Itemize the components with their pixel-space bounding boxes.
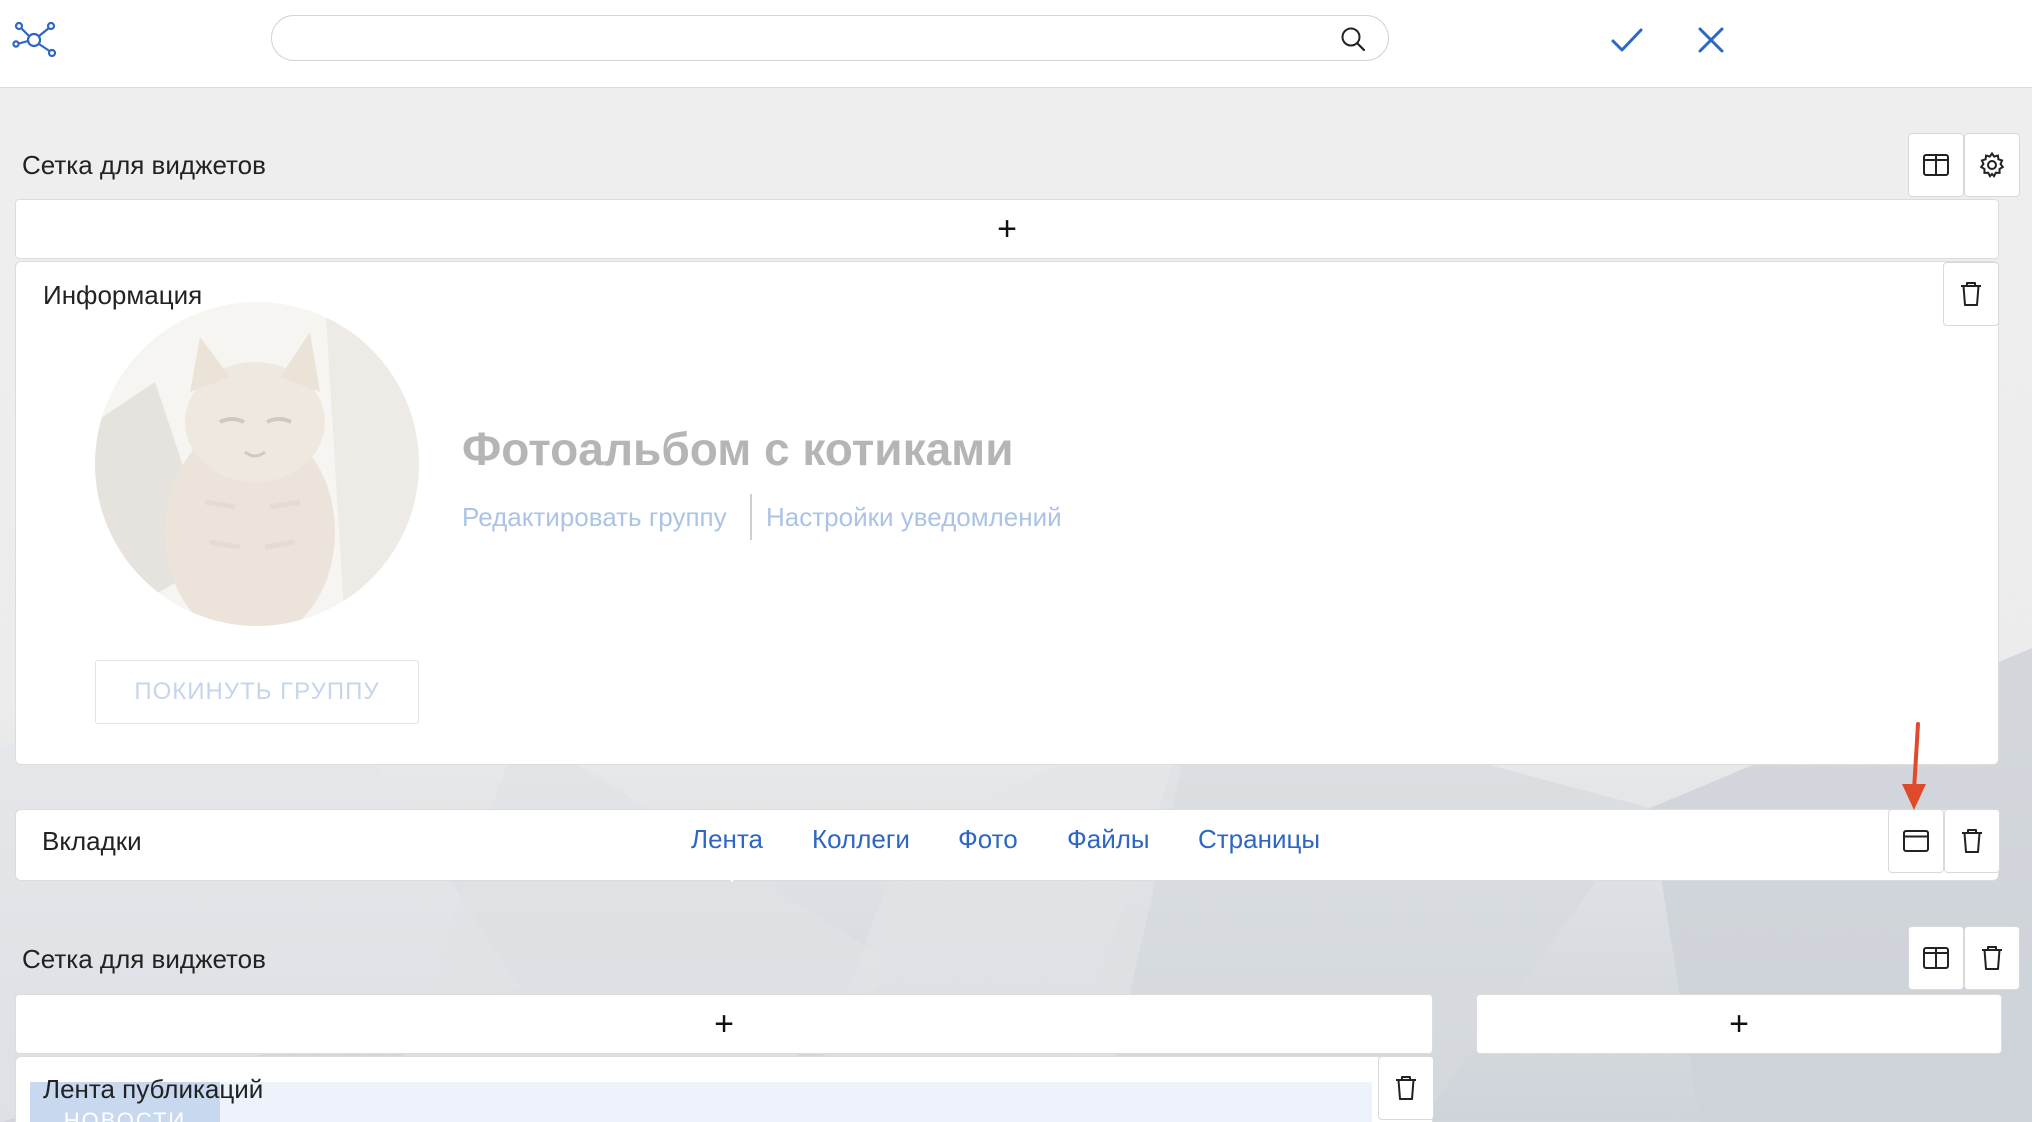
delete-info-widget-button[interactable] xyxy=(1943,262,1999,326)
tabs-widget-title: Вкладки xyxy=(42,826,142,856)
group-name: Фотоальбом с котиками xyxy=(462,423,1014,475)
add-widget-left-button[interactable]: + xyxy=(15,994,1433,1054)
close-icon[interactable] xyxy=(1695,22,1727,58)
grid-title: Сетка для виджетов xyxy=(22,150,266,180)
trash-icon xyxy=(1982,946,2002,970)
trash-icon xyxy=(1961,282,1981,306)
trash-icon xyxy=(1396,1076,1416,1100)
gear-icon xyxy=(1979,151,2005,178)
trash-icon xyxy=(1962,829,1982,853)
columns-button[interactable] xyxy=(1908,133,1964,197)
active-tab-indicator xyxy=(720,870,744,882)
settings-button[interactable] xyxy=(1964,133,2020,197)
tab-pages[interactable]: Страницы xyxy=(1198,824,1320,855)
add-label: + xyxy=(1729,1005,1749,1043)
columns-icon xyxy=(1923,947,1949,969)
grid-title-2: Сетка для виджетов xyxy=(22,944,266,974)
window-icon xyxy=(1903,830,1929,852)
leave-group-button[interactable]: ПОКИНУТЬ ГРУППУ xyxy=(95,660,419,724)
add-widget-right-button[interactable]: + xyxy=(1476,994,2002,1054)
tab-feed[interactable]: Лента xyxy=(691,824,763,855)
delete-feed-widget-button[interactable] xyxy=(1378,1056,1434,1120)
delete-grid-button[interactable] xyxy=(1964,926,2020,990)
add-label: + xyxy=(714,1005,734,1043)
tab-files[interactable]: Файлы xyxy=(1067,824,1150,855)
search-icon[interactable] xyxy=(1340,26,1366,52)
annotation-arrow-icon xyxy=(1902,722,1926,810)
top-bar xyxy=(0,0,2032,88)
network-logo-icon[interactable] xyxy=(12,20,58,60)
info-widget-title: Информация xyxy=(43,280,203,310)
edit-group-link[interactable]: Редактировать группу xyxy=(462,502,727,533)
link-divider xyxy=(750,494,752,540)
add-widget-button[interactable]: + xyxy=(15,199,1999,259)
window-view-button[interactable] xyxy=(1888,809,1944,873)
group-avatar xyxy=(95,302,419,626)
columns-button-2[interactable] xyxy=(1908,926,1964,990)
check-icon[interactable] xyxy=(1609,22,1645,58)
search-bar xyxy=(271,15,1389,61)
add-label: + xyxy=(997,210,1017,248)
search-input[interactable] xyxy=(292,24,1292,52)
columns-icon xyxy=(1923,154,1949,176)
feed-widget-title: Лента публикаций xyxy=(43,1074,264,1104)
notification-settings-link[interactable]: Настройки уведомлений xyxy=(766,502,1062,533)
tab-colleagues[interactable]: Коллеги xyxy=(812,824,910,855)
delete-tabs-widget-button[interactable] xyxy=(1944,809,2000,873)
tab-photo[interactable]: Фото xyxy=(958,824,1018,855)
